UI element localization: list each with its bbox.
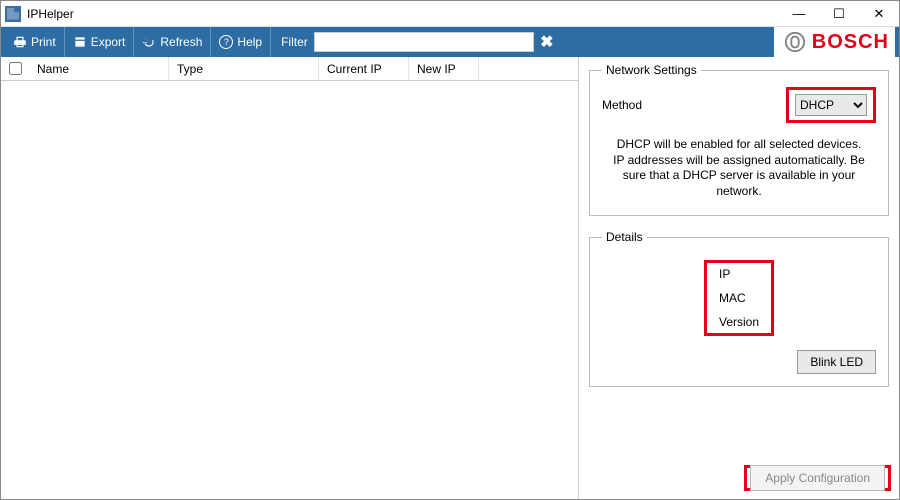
details-version-label: Version <box>719 315 759 329</box>
filter-clear-button[interactable]: ✖ <box>534 32 560 52</box>
title-bar: IPHelper — ☐ ✕ <box>1 1 899 27</box>
bosch-emblem-icon <box>784 31 806 53</box>
brand-logo: BOSCH <box>774 27 895 57</box>
method-highlight: DHCP <box>786 87 876 123</box>
column-header-name[interactable]: Name <box>29 57 169 80</box>
help-button[interactable]: ? Help <box>211 27 271 57</box>
brand-name: BOSCH <box>812 31 889 54</box>
csv-export-icon <box>73 35 87 49</box>
column-header-spacer <box>479 57 578 80</box>
app-window: IPHelper — ☐ ✕ Print Export Refresh ? He… <box>0 0 900 500</box>
apply-highlight: Apply Configuration <box>744 465 891 491</box>
export-button[interactable]: Export <box>65 27 135 57</box>
filter-label: Filter <box>271 35 314 49</box>
network-settings-group: Network Settings Method DHCP DHCP will b… <box>589 63 889 216</box>
grid-header: Name Type Current IP New IP <box>1 57 578 81</box>
window-controls: — ☐ ✕ <box>779 1 899 26</box>
blink-led-button[interactable]: Blink LED <box>797 350 876 374</box>
printer-icon <box>13 35 27 49</box>
toolbar: Print Export Refresh ? Help Filter ✖ BOS… <box>1 27 899 57</box>
method-row: Method DHCP <box>602 87 876 123</box>
device-grid-pane: Name Type Current IP New IP <box>1 57 579 499</box>
dhcp-message: DHCP will be enabled for all selected de… <box>602 137 876 203</box>
select-all-cell <box>1 59 29 78</box>
network-settings-legend: Network Settings <box>602 63 701 77</box>
column-header-current-ip[interactable]: Current IP <box>319 57 409 80</box>
main-area: Name Type Current IP New IP Network Sett… <box>1 57 899 499</box>
column-header-type[interactable]: Type <box>169 57 319 80</box>
method-label: Method <box>602 98 642 112</box>
print-label: Print <box>31 35 56 49</box>
filter-input[interactable] <box>314 32 534 52</box>
column-header-new-ip[interactable]: New IP <box>409 57 479 80</box>
refresh-icon <box>142 35 156 49</box>
settings-pane: Network Settings Method DHCP DHCP will b… <box>579 57 899 499</box>
details-group: Details IP MAC Version Blink LED <box>589 230 889 387</box>
refresh-button[interactable]: Refresh <box>134 27 211 57</box>
maximize-button[interactable]: ☐ <box>819 1 859 26</box>
window-title: IPHelper <box>27 7 74 21</box>
close-button[interactable]: ✕ <box>859 1 899 26</box>
grid-body[interactable] <box>1 81 578 499</box>
app-icon <box>5 6 21 22</box>
details-ip-label: IP <box>719 267 759 281</box>
title-bar-left: IPHelper <box>1 6 74 22</box>
method-select[interactable]: DHCP <box>795 94 867 116</box>
minimize-button[interactable]: — <box>779 1 819 26</box>
apply-wrap: Apply Configuration <box>744 465 891 491</box>
print-button[interactable]: Print <box>5 27 65 57</box>
help-label: Help <box>237 35 262 49</box>
select-all-checkbox[interactable] <box>9 62 22 75</box>
refresh-label: Refresh <box>160 35 202 49</box>
details-highlight: IP MAC Version <box>704 260 774 336</box>
x-icon: ✖ <box>540 32 553 52</box>
details-mac-label: MAC <box>719 291 759 305</box>
help-icon: ? <box>219 35 233 49</box>
export-label: Export <box>91 35 126 49</box>
details-actions: Blink LED <box>602 350 876 374</box>
apply-configuration-button[interactable]: Apply Configuration <box>750 465 885 491</box>
details-legend: Details <box>602 230 647 244</box>
